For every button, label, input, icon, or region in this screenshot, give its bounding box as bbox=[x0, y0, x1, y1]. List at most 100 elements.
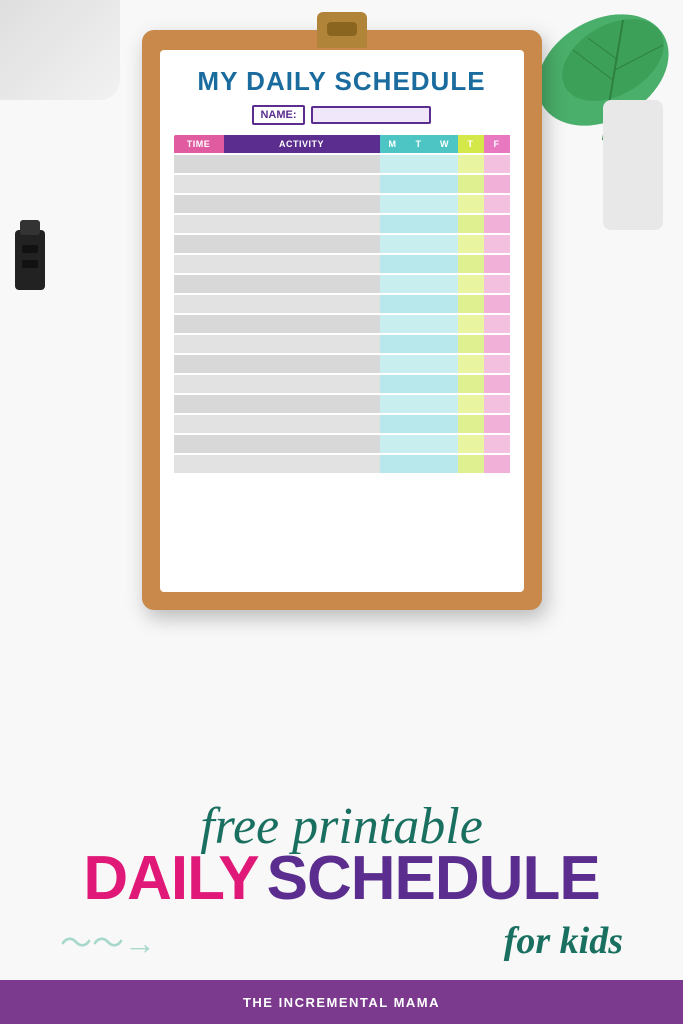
table-row bbox=[174, 374, 510, 394]
td-wednesday bbox=[432, 374, 458, 394]
td-wednesday bbox=[432, 334, 458, 354]
td-thursday bbox=[458, 394, 484, 414]
td-monday bbox=[380, 454, 406, 474]
td-activity bbox=[224, 434, 380, 454]
td-wednesday bbox=[432, 234, 458, 254]
table-row bbox=[174, 454, 510, 474]
clipboard-clip bbox=[317, 12, 367, 48]
table-row bbox=[174, 234, 510, 254]
td-time bbox=[174, 154, 224, 174]
td-monday bbox=[380, 334, 406, 354]
td-time bbox=[174, 434, 224, 454]
td-friday bbox=[484, 414, 510, 434]
td-time bbox=[174, 314, 224, 334]
bottom-section: free printable DAILY SCHEDULE 〜〜→ for ki… bbox=[0, 801, 683, 964]
td-monday bbox=[380, 194, 406, 214]
table-row bbox=[174, 294, 510, 314]
td-activity bbox=[224, 274, 380, 294]
td-monday bbox=[380, 434, 406, 454]
td-monday bbox=[380, 414, 406, 434]
td-tuesday bbox=[406, 274, 432, 294]
td-friday bbox=[484, 154, 510, 174]
td-friday bbox=[484, 294, 510, 314]
schedule-tbody bbox=[174, 154, 510, 474]
td-friday bbox=[484, 394, 510, 414]
td-activity bbox=[224, 194, 380, 214]
td-time bbox=[174, 394, 224, 414]
td-monday bbox=[380, 354, 406, 374]
td-monday bbox=[380, 154, 406, 174]
binder-clip-left bbox=[10, 220, 50, 300]
td-thursday bbox=[458, 354, 484, 374]
table-row bbox=[174, 314, 510, 334]
footer-text: THE INCREMENTAL MAMA bbox=[243, 995, 440, 1010]
td-thursday bbox=[458, 274, 484, 294]
td-monday bbox=[380, 374, 406, 394]
td-wednesday bbox=[432, 434, 458, 454]
device-decoration bbox=[603, 100, 663, 230]
td-time bbox=[174, 254, 224, 274]
td-monday bbox=[380, 294, 406, 314]
td-tuesday bbox=[406, 334, 432, 354]
td-time bbox=[174, 194, 224, 214]
td-monday bbox=[380, 274, 406, 294]
td-friday bbox=[484, 434, 510, 454]
td-friday bbox=[484, 354, 510, 374]
name-label: NAME: bbox=[252, 105, 304, 125]
td-activity bbox=[224, 394, 380, 414]
laptop-decoration bbox=[0, 0, 120, 100]
td-tuesday bbox=[406, 454, 432, 474]
td-activity bbox=[224, 454, 380, 474]
td-friday bbox=[484, 174, 510, 194]
table-header-row: TIME ACTIVITY M T W T F bbox=[174, 135, 510, 154]
td-thursday bbox=[458, 254, 484, 274]
td-thursday bbox=[458, 194, 484, 214]
td-activity bbox=[224, 374, 380, 394]
td-time bbox=[174, 214, 224, 234]
td-activity bbox=[224, 354, 380, 374]
td-activity bbox=[224, 254, 380, 274]
td-activity bbox=[224, 294, 380, 314]
td-wednesday bbox=[432, 174, 458, 194]
td-tuesday bbox=[406, 194, 432, 214]
td-friday bbox=[484, 334, 510, 354]
th-thursday: T bbox=[458, 135, 484, 154]
td-thursday bbox=[458, 294, 484, 314]
td-tuesday bbox=[406, 414, 432, 434]
for-kids-text: for kids bbox=[504, 919, 623, 963]
name-input-box[interactable] bbox=[311, 106, 431, 124]
td-activity bbox=[224, 314, 380, 334]
td-thursday bbox=[458, 334, 484, 354]
td-time bbox=[174, 354, 224, 374]
td-wednesday bbox=[432, 354, 458, 374]
th-monday: M bbox=[380, 135, 406, 154]
td-wednesday bbox=[432, 314, 458, 334]
td-friday bbox=[484, 374, 510, 394]
table-row bbox=[174, 334, 510, 354]
table-row bbox=[174, 254, 510, 274]
td-time bbox=[174, 334, 224, 354]
td-monday bbox=[380, 174, 406, 194]
table-row bbox=[174, 194, 510, 214]
td-activity bbox=[224, 214, 380, 234]
table-row bbox=[174, 354, 510, 374]
td-time bbox=[174, 234, 224, 254]
td-wednesday bbox=[432, 274, 458, 294]
td-wednesday bbox=[432, 414, 458, 434]
td-tuesday bbox=[406, 294, 432, 314]
table-row bbox=[174, 394, 510, 414]
daily-text: DAILY bbox=[83, 848, 258, 910]
td-friday bbox=[484, 274, 510, 294]
td-time bbox=[174, 374, 224, 394]
clipboard-board: MY DAILY SCHEDULE NAME: TIME ACTIVITY M … bbox=[142, 30, 542, 610]
td-thursday bbox=[458, 314, 484, 334]
td-thursday bbox=[458, 374, 484, 394]
th-wednesday: W bbox=[432, 135, 458, 154]
td-tuesday bbox=[406, 354, 432, 374]
th-friday: F bbox=[484, 135, 510, 154]
td-tuesday bbox=[406, 214, 432, 234]
td-activity bbox=[224, 414, 380, 434]
td-friday bbox=[484, 314, 510, 334]
table-row bbox=[174, 414, 510, 434]
td-thursday bbox=[458, 414, 484, 434]
